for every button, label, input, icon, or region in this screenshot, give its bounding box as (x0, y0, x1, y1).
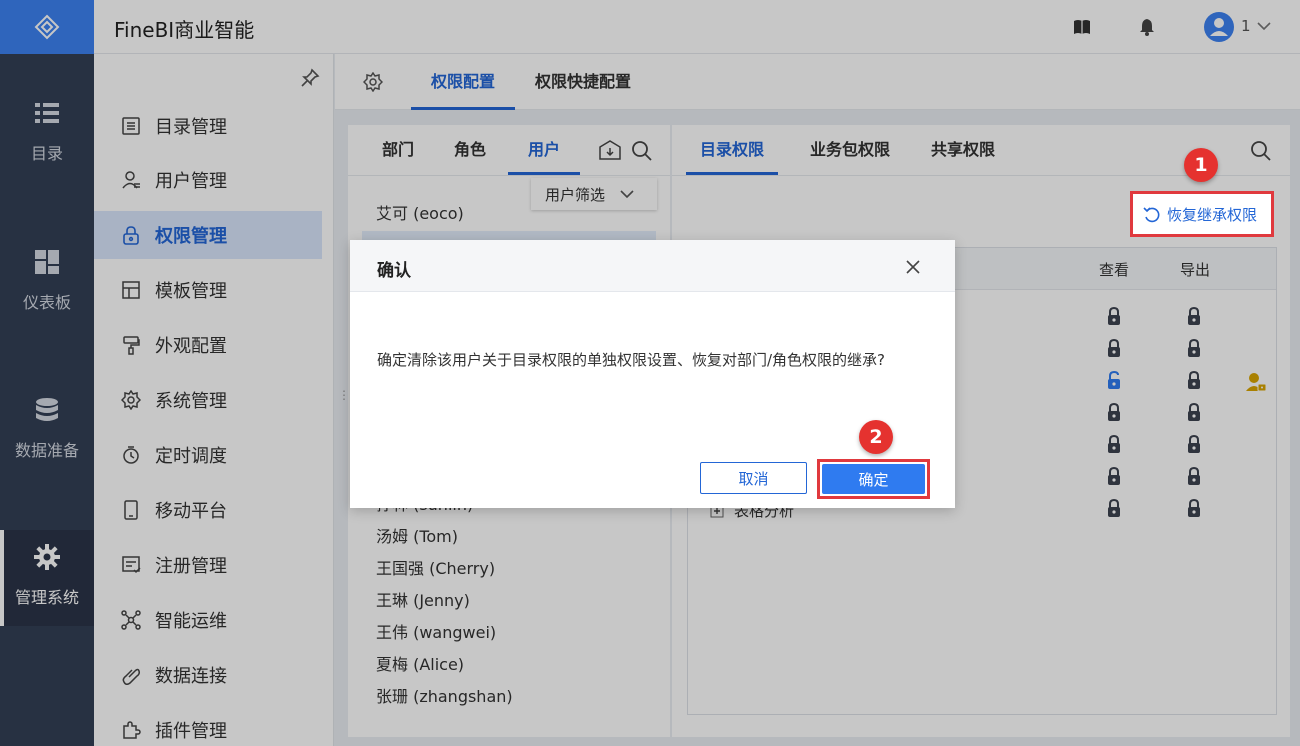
restore-inherit-label: 恢复继承权限 (1167, 206, 1258, 224)
restore-inherit-button-highlight[interactable]: 恢复继承权限 (1143, 204, 1257, 225)
cancel-button[interactable]: 取消 (700, 462, 807, 494)
dialog-header (350, 240, 955, 292)
close-icon[interactable] (905, 259, 921, 275)
restore-highlight: 恢复继承权限 (1130, 191, 1274, 237)
step-badge-1: 1 (1184, 148, 1218, 182)
confirm-highlight: 确定 (817, 459, 930, 499)
confirm-button[interactable]: 确定 (822, 464, 925, 494)
dialog-title: 确认 (377, 261, 411, 281)
app-root: 目录 仪表板 数据准备 管理系统 FineBI商业智能 1 目录管理 用户管理 … (0, 0, 1300, 746)
dialog-message: 确定清除该用户关于目录权限的单独权限设置、恢复对部门/角色权限的继承? (377, 351, 886, 369)
step-badge-2: 2 (859, 420, 893, 454)
undo-icon (1143, 206, 1160, 222)
